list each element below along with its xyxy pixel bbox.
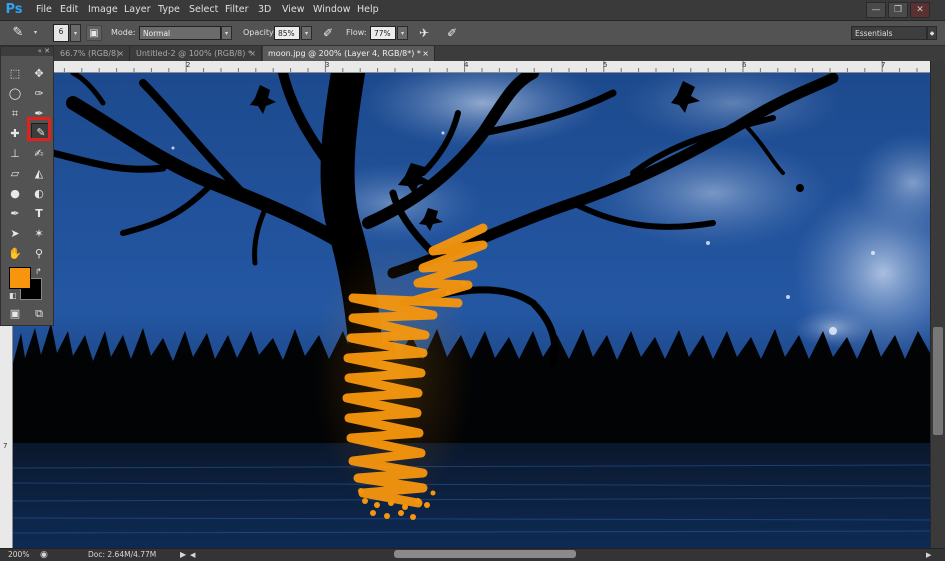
screen-mode-icon[interactable]: ⧉ [29,305,49,323]
pressure-size-icon[interactable]: ✐ [444,25,460,41]
menu-file[interactable]: File [36,0,52,20]
paint-bucket-icon[interactable]: ◭ [29,165,49,183]
pen-icon[interactable]: ✒ [5,205,25,223]
minimize-button[interactable]: — [866,2,886,18]
blur-icon[interactable]: ● [5,185,25,203]
status-info-icon[interactable]: ◉ [40,549,48,561]
mode-label: Mode: [111,28,136,37]
ruler-label: 6 [742,61,747,69]
ruler-horizontal[interactable]: 2 3 4 5 6 7 [12,61,930,73]
ruler-label: 3 [325,61,330,69]
ruler-label: 7 [3,442,8,450]
pressure-opacity-icon[interactable]: ✐ [320,25,336,41]
close-tab-icon[interactable]: × [249,46,256,61]
brush-panel-toggle-icon[interactable]: ▣ [86,25,102,41]
tab-label: moon.jpg @ 200% (Layer 4, RGB/8*) * [268,49,421,58]
opacity-field[interactable]: 85% [274,26,300,40]
menu-help[interactable]: Help [357,0,379,20]
crop-icon[interactable]: ⌗ [5,105,25,123]
tab-label: 66.7% (RGB/8) [60,49,120,58]
airbrush-icon[interactable]: ✈ [416,25,432,41]
workspace-select[interactable]: Essentials [851,26,927,40]
document-tab-bar: 66.7% (RGB/8) × Untitled-2 @ 100% (RGB/8… [0,46,945,62]
ruler-label: 4 [464,61,469,69]
horizontal-scroll-thumb[interactable] [394,550,576,558]
quick-select-icon[interactable]: ✑ [29,85,49,103]
shape-icon[interactable]: ✶ [29,225,49,243]
healing-brush-icon[interactable]: ✚ [5,125,25,143]
scroll-left-icon[interactable]: ◀ [190,549,195,561]
document-size: Doc: 2.64M/4.77M [88,550,157,559]
close-tab-icon[interactable]: × [422,46,429,61]
status-menu-arrow-icon[interactable]: ▶ [180,549,186,561]
flow-label: Flow: [346,28,367,37]
brush-tool-highlight [27,117,51,141]
eraser-icon[interactable]: ▱ [5,165,25,183]
quick-mask-icon[interactable]: ▣ [5,305,25,323]
type-icon[interactable]: T [29,205,49,223]
swap-colors-icon[interactable]: ↱ [35,267,42,276]
vertical-scroll-thumb[interactable] [933,327,943,435]
tab-label: Untitled-2 @ 100% (RGB/8) * [136,49,252,58]
menu-filter[interactable]: Filter [225,0,249,20]
moon-night-image [13,73,930,548]
ruler-label: 2 [186,61,191,69]
dodge-icon[interactable]: ◐ [29,185,49,203]
tab-document-1[interactable]: 66.7% (RGB/8) × [55,46,130,61]
menu-bar: Ps File Edit Image Layer Type Select Fil… [0,0,945,21]
brush-preset-icon[interactable]: ✎ [10,25,26,41]
flow-dropdown[interactable]: ▾ [397,26,408,40]
ruler-ticks [46,61,918,72]
menu-3d[interactable]: 3D [258,0,271,20]
clone-stamp-icon[interactable]: ⊥ [5,145,25,163]
hand-icon[interactable]: ✋ [5,245,25,263]
menu-window[interactable]: Window [313,0,350,20]
vertical-scrollbar[interactable] [931,61,945,548]
ruler-label: 7 [881,61,886,69]
close-tab-icon[interactable]: × [117,46,124,61]
options-bar: ✎ ▾ 6 ▾ ▣ Mode: Normal ▾ Opacity: 85% ▾ … [0,21,945,46]
tools-panel-header[interactable]: « ✕ [1,47,53,56]
opacity-label: Opacity: [243,28,276,37]
flow-field[interactable]: 77% [370,26,396,40]
ruler-label: 5 [603,61,608,69]
zoom-icon[interactable]: ⚲ [29,245,49,263]
menu-layer[interactable]: Layer [124,0,151,20]
menu-type[interactable]: Type [158,0,180,20]
tab-moon-jpg[interactable]: moon.jpg @ 200% (Layer 4, RGB/8*) * × [263,46,435,61]
mode-dropdown[interactable]: ▾ [221,26,232,40]
foreground-color-swatch[interactable] [9,267,31,289]
menu-image[interactable]: Image [88,0,118,20]
mode-select[interactable]: Normal [139,26,221,40]
workspace-dropdown[interactable]: ◆ [927,26,937,40]
marquee-icon[interactable]: ⬚ [5,65,25,83]
chevron-down-icon[interactable]: ▾ [30,26,41,40]
tab-untitled-2[interactable]: Untitled-2 @ 100% (RGB/8) * × [131,46,262,61]
opacity-dropdown[interactable]: ▾ [301,26,312,40]
document-canvas[interactable] [13,73,930,548]
brush-size-field[interactable]: 6 [53,24,69,42]
restore-button[interactable]: ❐ [888,2,908,18]
close-button[interactable]: ✕ [910,2,930,18]
history-brush-icon[interactable]: ✍ [29,145,49,163]
default-colors-icon[interactable]: ◧ [9,291,17,300]
lasso-icon[interactable]: ◯ [5,85,25,103]
menu-edit[interactable]: Edit [60,0,78,20]
menu-select[interactable]: Select [189,0,218,20]
menu-view[interactable]: View [282,0,305,20]
scroll-right-icon[interactable]: ▶ [926,549,931,561]
move-icon[interactable]: ✥ [29,65,49,83]
photoshop-logo: Ps [5,2,23,17]
path-selection-icon[interactable]: ➤ [5,225,25,243]
zoom-level[interactable]: 200% [8,549,29,561]
brush-size-dropdown[interactable]: ▾ [70,24,81,42]
